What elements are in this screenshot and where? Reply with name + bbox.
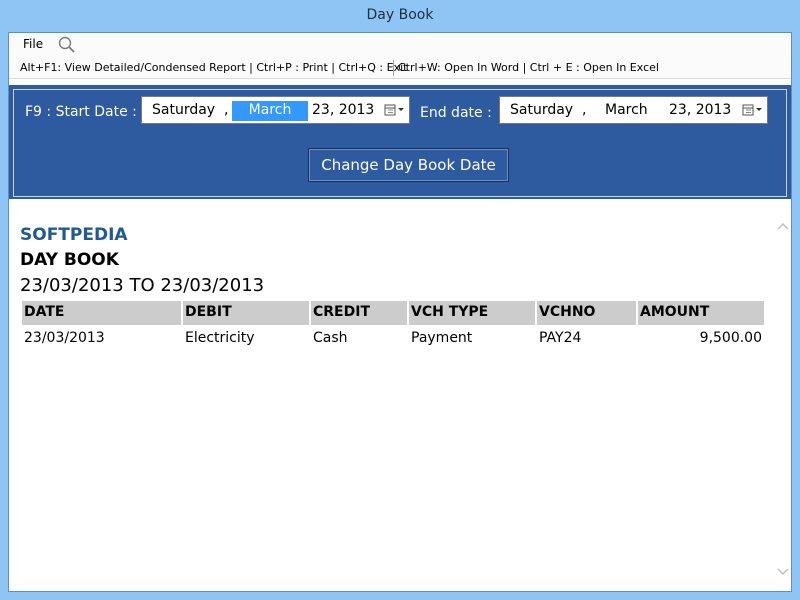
start-date-month[interactable]: March	[232, 101, 308, 121]
cell-date: 23/03/2013	[24, 330, 105, 346]
cell-vch-type: Payment	[411, 330, 473, 346]
shortcut-separator	[393, 60, 394, 76]
menu-bar: File	[9, 33, 791, 57]
report-area: SOFTPEDIA DAY BOOK 23/03/2013 TO 23/03/2…	[9, 201, 775, 591]
column-header-credit: CREDIT	[311, 301, 407, 325]
search-icon[interactable]	[57, 35, 77, 55]
client-area: File Alt+F1: View Detailed/Condensed Rep…	[8, 32, 792, 592]
end-date-picker[interactable]: Saturday , March 23, 2013	[499, 96, 768, 124]
start-date-picker[interactable]: Saturday , March 23, 2013	[141, 96, 410, 124]
vertical-scrollbar[interactable]	[775, 201, 791, 591]
table-header: DATE DEBIT CREDIT VCH TYPE VCHNO AMOUNT	[22, 301, 764, 325]
chevron-up-icon[interactable]	[777, 221, 789, 231]
change-day-book-date-button[interactable]: Change Day Book Date	[308, 148, 509, 182]
app-window: Day Book File Alt+F1: View Detailed/Cond…	[0, 0, 800, 600]
column-header-amount: AMOUNT	[638, 301, 764, 325]
start-date-day-year[interactable]: 23, 2013	[312, 102, 374, 118]
end-date-label: End date :	[420, 105, 492, 121]
cell-credit: Cash	[313, 330, 348, 346]
start-date-weekday[interactable]: Saturday	[152, 102, 215, 118]
report-title: DAY BOOK	[20, 250, 119, 270]
company-name: SOFTPEDIA	[20, 225, 128, 245]
shortcut-text-right: Ctrl+W: Open In Word | Ctrl + E : Open I…	[398, 61, 659, 74]
end-date-month[interactable]: March	[605, 102, 648, 118]
calendar-dropdown-icon[interactable]	[742, 103, 764, 117]
shortcut-bar: Alt+F1: View Detailed/Condensed Report |…	[9, 57, 791, 79]
table-row[interactable]: 23/03/2013 Electricity Cash Payment PAY2…	[22, 325, 764, 351]
calendar-dropdown-icon[interactable]	[384, 103, 406, 117]
cell-amount: 9,500.00	[699, 330, 762, 346]
menu-file[interactable]: File	[23, 37, 43, 51]
day-book-table: DATE DEBIT CREDIT VCH TYPE VCHNO AMOUNT …	[22, 301, 764, 351]
column-header-vchno: VCHNO	[537, 301, 636, 325]
column-header-vch-type: VCH TYPE	[409, 301, 535, 325]
column-header-date: DATE	[22, 301, 181, 325]
end-date-weekday[interactable]: Saturday	[510, 102, 573, 118]
shortcut-text-left: Alt+F1: View Detailed/Condensed Report |…	[20, 61, 408, 74]
start-date-label: F9 : Start Date :	[25, 104, 137, 120]
cell-vchno: PAY24	[539, 330, 582, 346]
column-header-debit: DEBIT	[183, 301, 309, 325]
end-date-comma: ,	[582, 102, 587, 118]
chevron-down-icon[interactable]	[777, 567, 789, 577]
start-date-comma: ,	[224, 102, 229, 118]
window-title: Day Book	[366, 7, 434, 23]
title-bar[interactable]: Day Book	[0, 0, 800, 32]
end-date-day-year[interactable]: 23, 2013	[669, 102, 731, 118]
cell-debit: Electricity	[185, 330, 255, 346]
report-date-range: 23/03/2013 TO 23/03/2013	[20, 275, 265, 296]
